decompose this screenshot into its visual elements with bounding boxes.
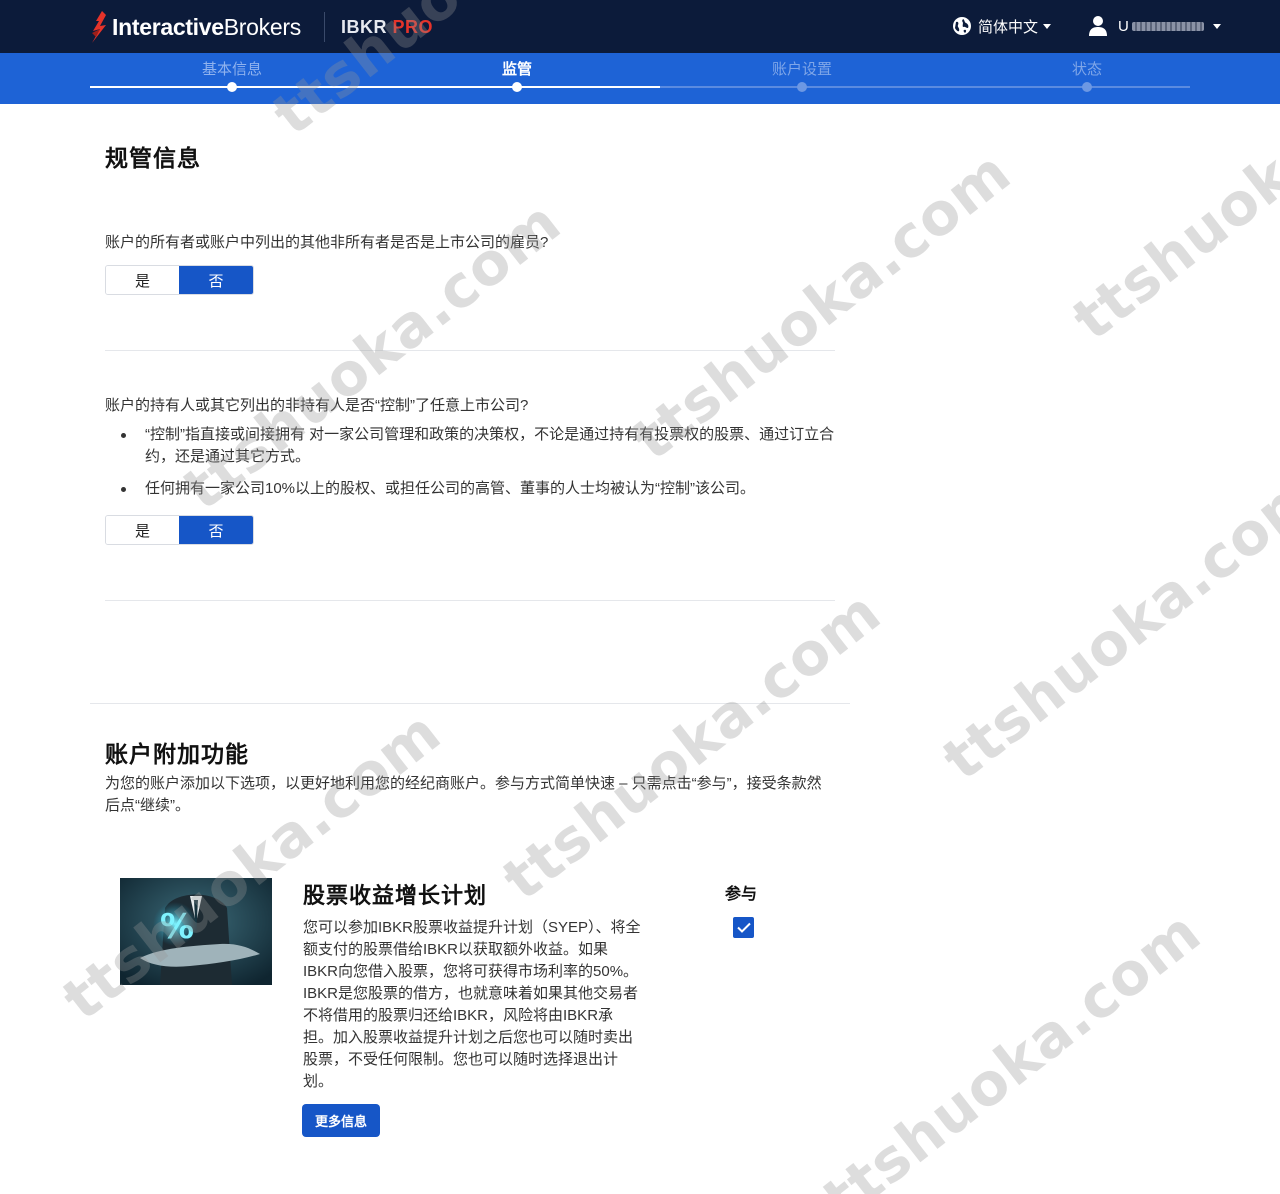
language-label: 简体中文 (978, 18, 1039, 36)
user-icon (1089, 16, 1107, 36)
syep-title: 股票收益增长计划 (303, 883, 488, 908)
percent-badge: % (160, 907, 194, 947)
addons-intro-text: 为您的账户添加以下选项，以更好地利用您的经纪商账户。参与方式简单快速 – 只需点… (105, 775, 822, 814)
syep-description: 您可以参加IBKR股票收益提升计划（SYEP）、将全额支付的股票借给IBKR以获… (303, 919, 641, 1090)
checkmark-icon (736, 922, 751, 933)
watermark: ttshuoka.com (490, 577, 894, 914)
regulatory-section-title: 规管信息 (105, 145, 201, 171)
user-id-prefix: U (1118, 17, 1129, 35)
control-yes-option[interactable]: 是 (106, 516, 179, 544)
brand-logo[interactable]: InteractiveBrokers (90, 10, 301, 44)
list-item: 任何拥有一家公司10%以上的股权、或担任公司的高管、董事的人士均被认为“控制”该… (121, 478, 841, 500)
chevron-down-icon (1043, 23, 1052, 29)
top-navbar: InteractiveBrokers IBKR PRO 简体中文 U (0, 0, 1280, 53)
step-dot-status (1082, 82, 1092, 92)
step-basic-info[interactable]: 基本信息 (202, 58, 262, 79)
section-divider (105, 350, 835, 351)
user-menu[interactable]: U (1088, 13, 1221, 39)
syep-join-checkbox[interactable] (733, 917, 754, 938)
stepper-track-remaining (660, 86, 1190, 88)
ib-logo-icon (92, 11, 106, 43)
section-divider (105, 600, 835, 601)
watermark: ttshuoka.com (810, 897, 1214, 1194)
employee-no-option[interactable]: 否 (179, 266, 253, 294)
question-control-public-company: 账户的持有人或其它列出的非持有人是否“控制”了任意上市公司? (105, 397, 529, 414)
step-dot-basic-info (227, 82, 237, 92)
user-id-redacted (1131, 21, 1204, 31)
watermark: ttshuoka.com (930, 457, 1280, 794)
addons-section-title: 账户附加功能 (105, 741, 249, 767)
section-divider (90, 703, 850, 704)
progress-stepper: 基本信息 监管 账户设置 状态 (0, 53, 1280, 104)
brand-name: InteractiveBrokers (112, 13, 301, 40)
header-separator (324, 12, 325, 42)
stepper-track-completed (90, 86, 660, 88)
control-no-option[interactable]: 否 (179, 516, 253, 544)
hand-percent-image-icon: % (120, 878, 272, 985)
step-account-settings: 账户设置 (771, 61, 833, 78)
list-item: “控制”指直接或间接拥有 对一家公司管理和政策的决策权，不论是通过持有有投票权的… (121, 424, 841, 468)
question-public-company-employee: 账户的所有者或账户中列出的其他非所有者是否是上市公司的雇员? (105, 234, 549, 251)
step-status: 状态 (1071, 61, 1103, 78)
control-yes-no-toggle: 是 否 (105, 515, 254, 545)
control-definition-list: “控制”指直接或间接拥有 对一家公司管理和政策的决策权，不论是通过持有有投票权的… (121, 424, 841, 510)
syep-illustration: % (120, 878, 272, 985)
chevron-down-icon (1212, 23, 1221, 29)
step-regulatory[interactable]: 监管 (502, 58, 532, 79)
join-column-label: 参与 (725, 886, 758, 903)
more-info-button[interactable]: 更多信息 (302, 1104, 380, 1137)
language-selector[interactable]: 简体中文 (952, 14, 1052, 38)
employee-yes-option[interactable]: 是 (106, 266, 179, 294)
step-dot-regulatory (512, 82, 522, 92)
product-name: IBKR PRO (341, 17, 434, 37)
employee-yes-no-toggle: 是 否 (105, 265, 254, 295)
step-dot-account-settings (797, 82, 807, 92)
globe-icon (953, 17, 971, 35)
